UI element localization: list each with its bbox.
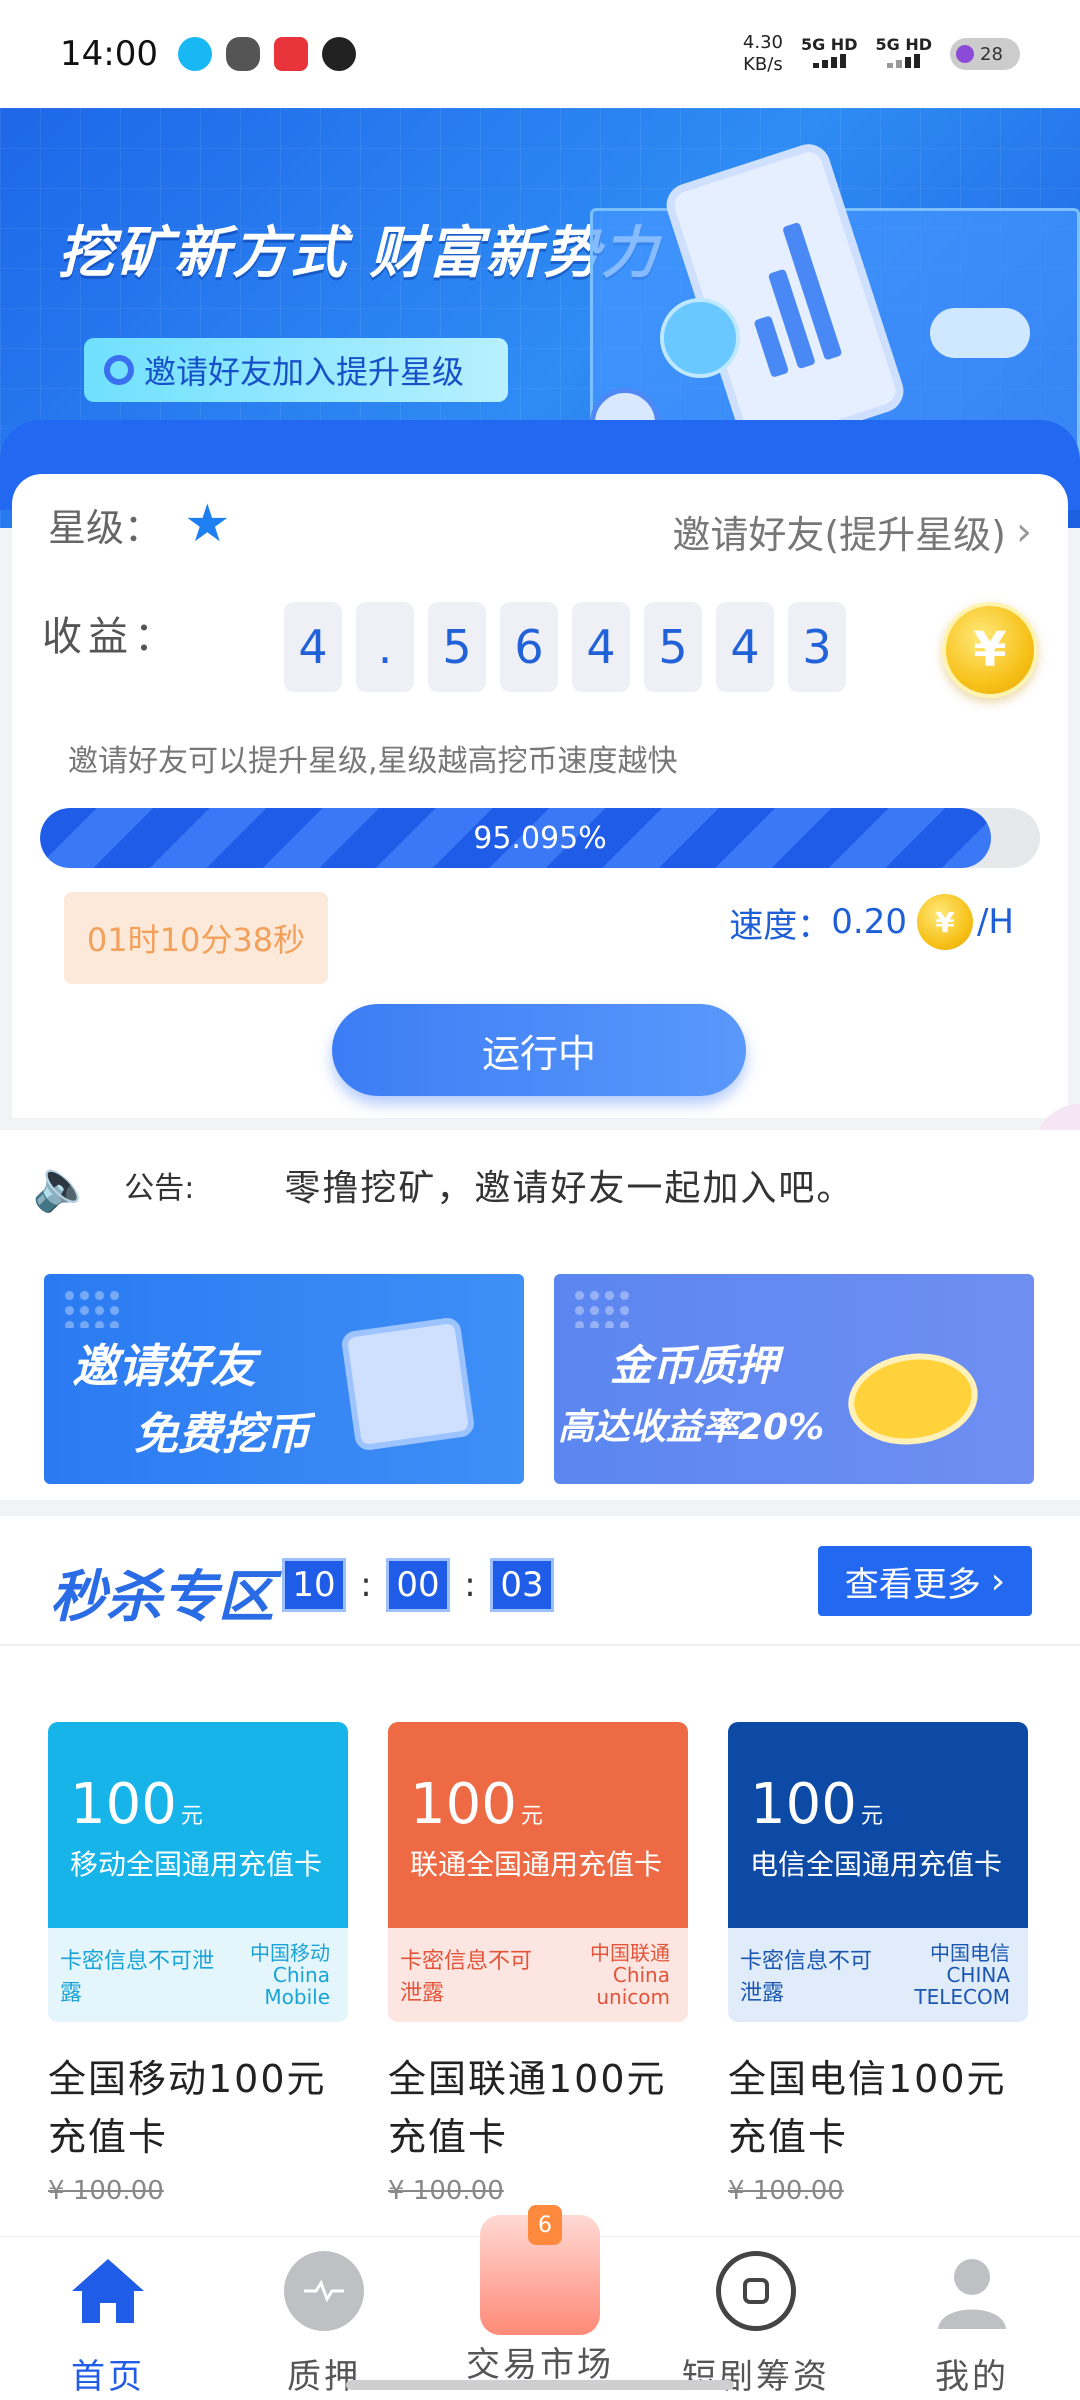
chevron-right-icon: ›	[1016, 508, 1032, 555]
announcement-text: 零撸挖矿，邀请好友一起加入吧。	[284, 1168, 855, 1209]
star-tip-text: 邀请好友可以提升星级,星级越高挖币速度越快	[68, 744, 678, 779]
flash-sale-header: 秒杀专区 10 : 00 : 03 查看更多 ›	[0, 1516, 1080, 1646]
server-box-icon	[340, 1316, 476, 1452]
flash-sale-countdown: 10 : 00 : 03	[282, 1558, 554, 1612]
status-time: 14:00	[60, 34, 158, 74]
flash-sale-title: 秒杀专区	[50, 1565, 274, 1630]
countdown-badge: 01时10分38秒	[64, 892, 328, 984]
star-icon: ★	[184, 494, 231, 554]
progress-text: 95.095%	[473, 820, 607, 856]
square-ring-icon	[716, 2251, 796, 2331]
home-icon	[68, 2251, 148, 2331]
coin-bowl-icon	[842, 1345, 984, 1453]
qq-notification-icon	[177, 37, 212, 71]
battery-saver-icon	[956, 45, 974, 63]
nav-market[interactable]: 6 交易市场	[440, 2205, 640, 2386]
mining-progress-bar: 95.095%	[40, 808, 1040, 868]
running-status-button[interactable]: 运行中	[332, 1004, 746, 1096]
income-digit: 4	[572, 602, 630, 692]
product-list: 100 元 移动全国通用充值卡 卡密信息不可泄露 中国移动 China Mobile…	[0, 1646, 1080, 2246]
announcement-label: 公告:	[124, 1171, 195, 1206]
product-price: ¥ 100.00	[48, 2176, 164, 2206]
view-more-button[interactable]: 查看更多 ›	[818, 1546, 1032, 1616]
status-bar: 14:00 4.30 KB/s 5G HD 5G HD 28	[0, 0, 1080, 108]
link-ring-icon	[104, 355, 134, 385]
speaker-icon: 🔈	[32, 1155, 95, 1214]
china-mobile-logo-icon: 中国移动 China Mobile	[250, 1941, 330, 2009]
battery-indicator: 28	[950, 38, 1020, 70]
countdown-seconds: 03	[490, 1558, 554, 1612]
product-price: ¥ 100.00	[388, 2176, 504, 2206]
product-title: 全国电信100元充值卡	[728, 2057, 1007, 2159]
market-icon: 6	[480, 2205, 600, 2335]
income-digit: .	[356, 602, 414, 692]
banner-invite-pill[interactable]: 邀请好友加入提升星级	[84, 338, 508, 402]
product-card-mobile[interactable]: 100 元 移动全国通用充值卡 卡密信息不可泄露 中国移动 China Mobile…	[48, 1722, 348, 2206]
wechat-notification-icon	[225, 37, 260, 71]
pulse-icon	[284, 2251, 364, 2331]
signal-bars-icon	[887, 54, 921, 68]
mining-card: 星级： ★ 邀请好友(提升星级) › 收益： 4.564543 ¥ 邀请好友可以…	[12, 474, 1068, 1118]
gesture-home-bar[interactable]	[346, 2380, 734, 2390]
income-digit: 3	[788, 602, 846, 692]
sim1-signal: 5G HD	[801, 36, 857, 72]
invite-promo-card[interactable]: 邀请好友 免费挖币	[44, 1274, 524, 1484]
staking-promo-card[interactable]: 金币质押 高达收益率20%	[554, 1274, 1034, 1484]
product-price: ¥ 100.00	[728, 2176, 844, 2206]
income-digit: 5	[644, 602, 702, 692]
qq-penguin-icon	[321, 37, 356, 71]
income-digit: 4	[716, 602, 774, 692]
chevron-right-icon: ›	[990, 1560, 1006, 1602]
countdown-hours: 10	[282, 1558, 346, 1612]
signal-bars-icon	[812, 54, 846, 68]
announcement-bar: 🔈 公告: 零撸挖矿，邀请好友一起加入吧。	[0, 1130, 1080, 1240]
nav-home[interactable]: 首页	[8, 2251, 208, 2398]
income-digit: 6	[500, 602, 558, 692]
china-unicom-logo-icon: 中国联通 China unicom	[590, 1941, 670, 2009]
product-image: 100 元 联通全国通用充值卡 卡密信息不可泄露 中国联通 China unicom	[388, 1722, 688, 2022]
promo-section: 邀请好友 免费挖币 金币质押 高达收益率20%	[0, 1240, 1080, 1500]
nav-staking[interactable]: 质押	[224, 2251, 424, 2398]
invite-friends-link[interactable]: 邀请好友(提升星级) ›	[672, 504, 1032, 559]
star-level-row: 星级： ★	[48, 494, 231, 554]
income-digits: 4.564543	[284, 602, 846, 692]
product-image: 100 元 移动全国通用充值卡 卡密信息不可泄露 中国移动 China Mobile	[48, 1722, 348, 2022]
income-digit: 5	[428, 602, 486, 692]
cloud-icon	[930, 308, 1030, 358]
nav-profile[interactable]: 我的	[872, 2251, 1072, 2398]
china-telecom-logo-icon: 中国电信 CHINA TELECOM	[914, 1941, 1010, 2009]
market-badge: 6	[528, 2205, 562, 2245]
user-icon	[932, 2251, 1012, 2331]
banner-title: 挖矿新方式 财富新势力	[58, 221, 660, 286]
mining-speed: 速度： 0.20 ¥ /H	[729, 894, 1014, 950]
product-title: 全国移动100元充值卡	[48, 2057, 327, 2159]
income-label: 收益：	[42, 614, 180, 660]
app-notification-icon	[273, 37, 308, 71]
robot-icon	[660, 298, 740, 378]
product-card-unicom[interactable]: 100 元 联通全国通用充值卡 卡密信息不可泄露 中国联通 China unicom…	[388, 1722, 688, 2206]
product-image: 100 元 电信全国通用充值卡 卡密信息不可泄露 中国电信 CHINA TELECO…	[728, 1722, 1028, 2022]
countdown-minutes: 00	[386, 1558, 450, 1612]
income-digit: 4	[284, 602, 342, 692]
network-speed: 4.30 KB/s	[742, 32, 783, 75]
yuan-coin-icon: ¥	[942, 602, 1038, 698]
sim2-signal: 5G HD	[875, 36, 932, 72]
product-card-telecom[interactable]: 100 元 电信全国通用充值卡 卡密信息不可泄露 中国电信 CHINA TELECO…	[728, 1722, 1028, 2206]
nav-drama-funding[interactable]: 短剧筹资	[656, 2251, 856, 2398]
coin-icon: ¥	[916, 894, 973, 950]
bottom-navigation: 首页 质押 6 交易市场 短剧筹资 我的	[0, 2205, 1080, 2400]
product-title: 全国联通100元充值卡	[388, 2057, 667, 2159]
